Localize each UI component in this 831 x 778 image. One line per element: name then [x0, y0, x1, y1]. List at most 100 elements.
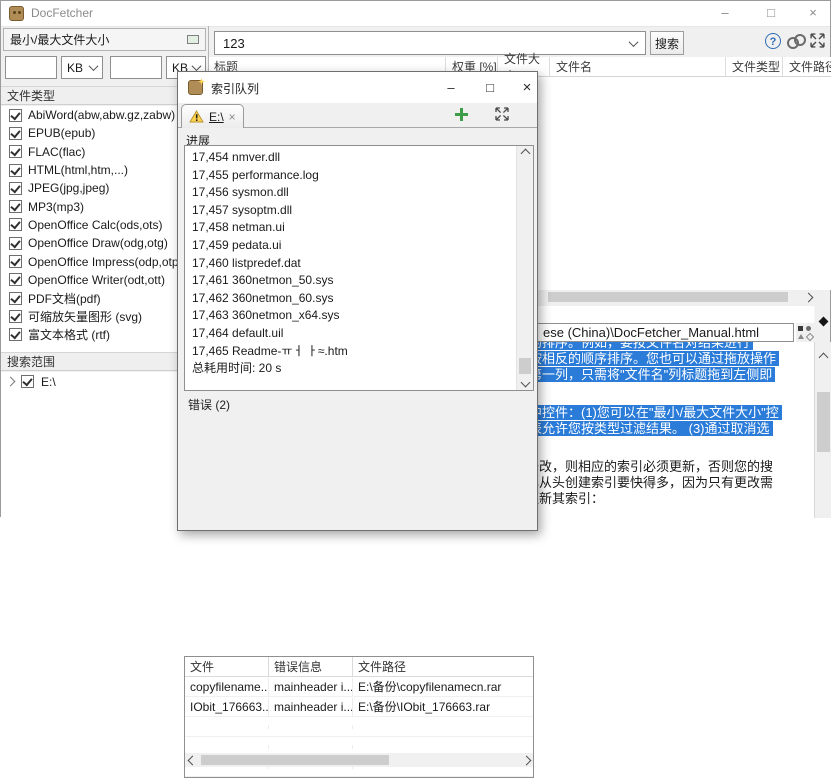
dialog-title: 索引队列 [211, 80, 259, 97]
checkbox-checked-icon[interactable] [9, 310, 22, 323]
dialog-icon [188, 80, 203, 95]
scope-item-label: E:\ [41, 375, 56, 389]
dialog-close-icon[interactable]: × [512, 77, 542, 99]
help-icon[interactable]: ? [765, 33, 781, 49]
scroll-down-icon[interactable] [517, 375, 533, 390]
col-path[interactable]: 文件路径 [353, 656, 533, 677]
expand-window-icon[interactable] [810, 33, 825, 51]
preview-layout-icons[interactable] [796, 323, 816, 342]
progress-item: 17,454 nmver.dll [185, 149, 515, 167]
preview-vscrollbar[interactable] [814, 342, 831, 518]
column-header-filename[interactable]: 文件名 [550, 57, 726, 76]
checkbox-checked-icon[interactable] [9, 182, 22, 195]
progress-item: 17,460 listpredef.dat [185, 255, 515, 273]
table-row[interactable]: IObit_176663.... mainheader i... E:\备份\I… [185, 697, 533, 717]
chevron-down-icon[interactable] [629, 37, 639, 47]
preview-line: 表允许您按类型过滤结果。 (3)通过取消选 [526, 421, 773, 436]
tree-expander-icon[interactable] [6, 377, 16, 387]
tab-close-icon[interactable]: × [229, 110, 236, 124]
preview-path-field[interactable]: ese (China)\DocFetcher_Manual.html [521, 323, 794, 342]
close-icon[interactable]: × [800, 3, 826, 23]
col-file[interactable]: 文件 [185, 656, 269, 677]
preview-line: 按相反的顺序排序。您也可以通过拖放操作 [526, 351, 779, 366]
progress-item: 17,461 360netmon_50.sys [185, 272, 515, 290]
chevron-down-icon [89, 61, 99, 71]
errors-label: 错误 (2) [188, 396, 230, 413]
checkbox-checked-icon[interactable] [9, 109, 22, 122]
filetype-label: OpenOffice Impress(odp,otp) [28, 255, 183, 269]
column-header-filetype[interactable]: 文件类型 [726, 57, 783, 76]
maximize-icon[interactable]: □ [758, 3, 784, 23]
errors-hscrollbar[interactable] [185, 753, 533, 767]
add-index-icon[interactable] [455, 108, 468, 121]
minimize-to-tray-icon[interactable] [495, 107, 509, 124]
scroll-left-icon[interactable] [185, 753, 199, 767]
filesize-header-label: 最小/最大文件大小 [10, 31, 109, 48]
filetype-label: HTML(html,htm,...) [28, 163, 128, 177]
progress-item: 17,458 netman.ui [185, 219, 515, 237]
square-icon [798, 326, 803, 331]
filetype-label: AbiWord(abw,abw.gz,zabw) [28, 108, 175, 122]
index-queue-dialog: 索引队列 – □ × E:\ × 进展 17,454 nmver.dll 17,… [177, 71, 538, 531]
checkbox-checked-icon[interactable] [9, 255, 22, 268]
checkbox-checked-icon[interactable] [9, 218, 22, 231]
filetype-label: OpenOffice Draw(odg,otg) [28, 236, 168, 250]
search-button[interactable]: 搜索 [650, 31, 684, 55]
search-button-label: 搜索 [655, 35, 679, 52]
progress-item: 17,465 Readme-ㅠㅓ ㅏ≈.htm [185, 343, 515, 361]
checkbox-checked-icon[interactable] [9, 292, 22, 305]
checkbox-checked-icon[interactable] [9, 237, 22, 250]
checkbox-checked-icon[interactable] [9, 145, 22, 158]
progress-list[interactable]: 17,454 nmver.dll 17,455 performance.log … [184, 145, 534, 391]
search-input[interactable]: 123 [214, 31, 646, 55]
scroll-right-icon[interactable] [801, 290, 815, 304]
error-file: IObit_176663.... [185, 698, 269, 716]
error-message: mainheader i... [269, 698, 353, 716]
checkbox-checked-icon[interactable] [9, 164, 22, 177]
progress-item: 17,457 sysoptm.dll [185, 202, 515, 220]
checkbox-checked-icon[interactable] [9, 200, 22, 213]
min-unit-label: KB [67, 61, 83, 75]
preview-highlight-block-1: 的排序。例如，要按文件名对结果进行 按相反的顺序排序。您也可以通过拖放操作 第一… [526, 335, 779, 383]
collapse-panel-icon[interactable] [187, 35, 199, 44]
warning-icon [189, 110, 204, 123]
dialog-maximize-icon[interactable]: □ [475, 77, 505, 99]
filetype-label: EPUB(epub) [28, 126, 95, 140]
max-size-input[interactable] [110, 56, 162, 79]
app-window: DocFetcher – □ × 最小/最大文件大小 KB KB 123 搜索 … [0, 0, 831, 517]
errors-table[interactable]: 文件 错误信息 文件路径 copyfilename... mainheader … [184, 656, 534, 778]
diamond-icon [806, 333, 814, 341]
sash-handle[interactable] [819, 317, 829, 327]
dialog-minimize-icon[interactable]: – [436, 77, 466, 99]
filetype-label: MP3(mp3) [28, 200, 84, 214]
triangle-icon [798, 334, 804, 339]
col-message[interactable]: 错误信息 [269, 656, 353, 677]
filetype-label: JPEG(jpg,jpeg) [28, 181, 109, 195]
table-row[interactable]: copyfilename... mainheader i... E:\备份\co… [185, 677, 533, 697]
preview-line: 比从头创建索引要快得多，因为只有更改需 [526, 475, 773, 491]
minimize-icon[interactable]: – [712, 3, 738, 23]
scroll-up-icon[interactable] [517, 146, 533, 161]
preferences-gear-icon[interactable] [787, 34, 807, 48]
dialog-tab-bar: E:\ × [178, 103, 537, 128]
checkbox-checked-icon[interactable] [9, 328, 22, 341]
min-size-unit-select[interactable]: KB [61, 56, 103, 79]
tab-index-task[interactable]: E:\ × [181, 104, 244, 128]
progress-vscrollbar[interactable] [516, 146, 533, 390]
min-size-input[interactable] [5, 56, 57, 79]
filesize-panel-header: 最小/最大文件大小 [3, 28, 206, 51]
column-header-filepath[interactable]: 文件路径 [783, 57, 831, 76]
checkbox-checked-icon[interactable] [9, 127, 22, 140]
progress-item: 17,464 default.uil [185, 325, 515, 343]
dialog-title-bar: 索引队列 – □ × [178, 72, 537, 103]
checkbox-checked-icon[interactable] [9, 273, 22, 286]
preview-line: 第一列，只需将"文件名"列标题拖到左侧即 [526, 367, 775, 382]
progress-item: 17,459 pedata.ui [185, 237, 515, 255]
filetype-label: OpenOffice Writer(odt,ott) [28, 273, 165, 287]
checkbox-checked-icon[interactable] [21, 375, 34, 388]
total-time: 总耗用时间: 20 s [185, 360, 515, 378]
filetype-label: 可缩放矢量图形 (svg) [28, 308, 142, 325]
scroll-up-icon[interactable] [815, 350, 831, 365]
scroll-right-icon[interactable] [519, 753, 533, 767]
filetypes-header-label: 文件类型 [7, 89, 55, 103]
